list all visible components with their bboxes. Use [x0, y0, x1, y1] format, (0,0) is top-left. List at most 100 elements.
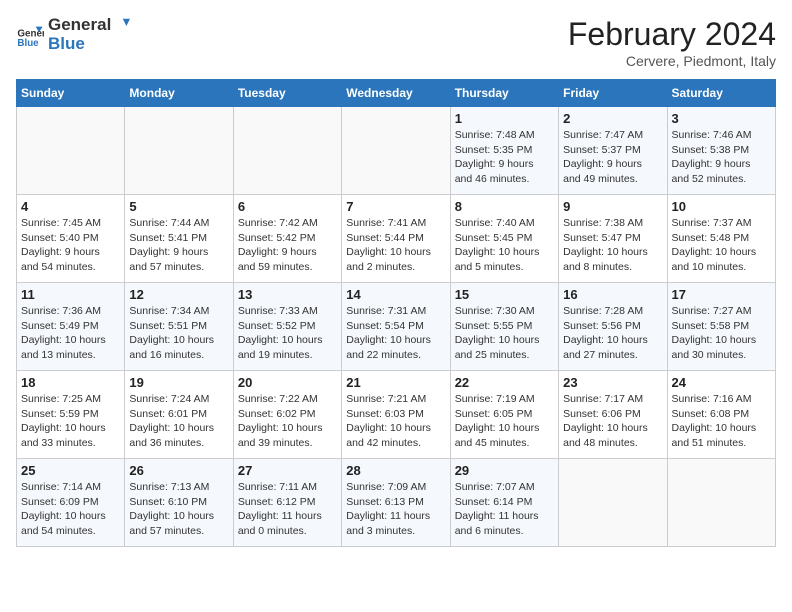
page-header: General Blue General Blue February 2024 …	[16, 16, 776, 69]
calendar-cell: 2 Sunrise: 7:47 AM Sunset: 5:37 PM Daylig…	[559, 107, 667, 195]
day-info: Sunrise: 7:38 AM Sunset: 5:47 PM Dayligh…	[563, 216, 662, 275]
day-info: Sunrise: 7:37 AM Sunset: 5:48 PM Dayligh…	[672, 216, 771, 275]
day-number: 8	[455, 199, 554, 214]
day-info: Sunrise: 7:46 AM Sunset: 5:38 PM Dayligh…	[672, 128, 771, 187]
day-number: 11	[21, 287, 120, 302]
calendar-cell: 13 Sunrise: 7:33 AM Sunset: 5:52 PM Dayli…	[233, 283, 341, 371]
day-number: 29	[455, 463, 554, 478]
location: Cervere, Piedmont, Italy	[568, 53, 776, 69]
calendar-cell: 21 Sunrise: 7:21 AM Sunset: 6:03 PM Dayli…	[342, 371, 450, 459]
day-info: Sunrise: 7:16 AM Sunset: 6:08 PM Dayligh…	[672, 392, 771, 451]
day-info: Sunrise: 7:28 AM Sunset: 5:56 PM Dayligh…	[563, 304, 662, 363]
day-number: 2	[563, 111, 662, 126]
calendar-cell	[342, 107, 450, 195]
calendar-week-4: 18 Sunrise: 7:25 AM Sunset: 5:59 PM Dayli…	[17, 371, 776, 459]
month-title: February 2024	[568, 16, 776, 53]
calendar-cell: 22Sunrise: 7:19 AM Sunset: 6:05 PM Dayli…	[450, 371, 558, 459]
calendar-cell: 3 Sunrise: 7:46 AM Sunset: 5:38 PM Daylig…	[667, 107, 775, 195]
day-info: Sunrise: 7:11 AM Sunset: 6:12 PM Dayligh…	[238, 480, 337, 539]
day-info: Sunrise: 7:34 AM Sunset: 5:51 PM Dayligh…	[129, 304, 228, 363]
title-block: February 2024 Cervere, Piedmont, Italy	[568, 16, 776, 69]
day-info: Sunrise: 7:14 AM Sunset: 6:09 PM Dayligh…	[21, 480, 120, 539]
calendar-week-1: 1 Sunrise: 7:48 AM Sunset: 5:35 PM Daylig…	[17, 107, 776, 195]
calendar-cell: 25 Sunrise: 7:14 AM Sunset: 6:09 PM Dayli…	[17, 459, 125, 547]
calendar-cell: 1 Sunrise: 7:48 AM Sunset: 5:35 PM Daylig…	[450, 107, 558, 195]
day-number: 18	[21, 375, 120, 390]
calendar-cell: 16 Sunrise: 7:28 AM Sunset: 5:56 PM Dayli…	[559, 283, 667, 371]
calendar-cell: 10 Sunrise: 7:37 AM Sunset: 5:48 PM Dayli…	[667, 195, 775, 283]
calendar-cell: 24 Sunrise: 7:16 AM Sunset: 6:08 PM Dayli…	[667, 371, 775, 459]
day-number: 21	[346, 375, 445, 390]
calendar-week-5: 25 Sunrise: 7:14 AM Sunset: 6:09 PM Dayli…	[17, 459, 776, 547]
day-info: Sunrise: 7:44 AM Sunset: 5:41 PM Dayligh…	[129, 216, 228, 275]
day-number: 25	[21, 463, 120, 478]
day-info: Sunrise: 7:47 AM Sunset: 5:37 PM Dayligh…	[563, 128, 662, 187]
day-number: 26	[129, 463, 228, 478]
day-number: 28	[346, 463, 445, 478]
calendar-cell: 7 Sunrise: 7:41 AM Sunset: 5:44 PM Daylig…	[342, 195, 450, 283]
day-number: 12	[129, 287, 228, 302]
calendar-cell: 6Sunrise: 7:42 AM Sunset: 5:42 PM Daylig…	[233, 195, 341, 283]
day-info: Sunrise: 7:07 AM Sunset: 6:14 PM Dayligh…	[455, 480, 554, 539]
day-info: Sunrise: 7:33 AM Sunset: 5:52 PM Dayligh…	[238, 304, 337, 363]
day-number: 15	[455, 287, 554, 302]
day-info: Sunrise: 7:27 AM Sunset: 5:58 PM Dayligh…	[672, 304, 771, 363]
day-number: 6	[238, 199, 337, 214]
day-number: 10	[672, 199, 771, 214]
day-number: 9	[563, 199, 662, 214]
day-info: Sunrise: 7:09 AM Sunset: 6:13 PM Dayligh…	[346, 480, 445, 539]
calendar-cell: 14Sunrise: 7:31 AM Sunset: 5:54 PM Dayli…	[342, 283, 450, 371]
day-number: 24	[672, 375, 771, 390]
day-number: 4	[21, 199, 120, 214]
calendar-cell: 23 Sunrise: 7:17 AM Sunset: 6:06 PM Dayli…	[559, 371, 667, 459]
day-info: Sunrise: 7:45 AM Sunset: 5:40 PM Dayligh…	[21, 216, 120, 275]
day-number: 19	[129, 375, 228, 390]
weekday-header-tuesday: Tuesday	[233, 80, 341, 107]
day-number: 17	[672, 287, 771, 302]
logo: General Blue General Blue	[16, 16, 131, 53]
calendar-cell	[125, 107, 233, 195]
calendar-cell: 28 Sunrise: 7:09 AM Sunset: 6:13 PM Dayli…	[342, 459, 450, 547]
day-number: 7	[346, 199, 445, 214]
calendar-cell: 29 Sunrise: 7:07 AM Sunset: 6:14 PM Dayli…	[450, 459, 558, 547]
logo-icon: General Blue	[16, 21, 44, 49]
calendar-cell	[559, 459, 667, 547]
calendar-cell: 20Sunrise: 7:22 AM Sunset: 6:02 PM Dayli…	[233, 371, 341, 459]
day-info: Sunrise: 7:30 AM Sunset: 5:55 PM Dayligh…	[455, 304, 554, 363]
calendar-cell: 11 Sunrise: 7:36 AM Sunset: 5:49 PM Dayli…	[17, 283, 125, 371]
calendar-cell	[667, 459, 775, 547]
calendar-body: 1 Sunrise: 7:48 AM Sunset: 5:35 PM Daylig…	[17, 107, 776, 547]
calendar-cell: 5 Sunrise: 7:44 AM Sunset: 5:41 PM Daylig…	[125, 195, 233, 283]
calendar-week-3: 11 Sunrise: 7:36 AM Sunset: 5:49 PM Dayli…	[17, 283, 776, 371]
calendar-cell: 15 Sunrise: 7:30 AM Sunset: 5:55 PM Dayli…	[450, 283, 558, 371]
weekday-header-friday: Friday	[559, 80, 667, 107]
day-info: Sunrise: 7:17 AM Sunset: 6:06 PM Dayligh…	[563, 392, 662, 451]
weekday-header-wednesday: Wednesday	[342, 80, 450, 107]
day-info: Sunrise: 7:13 AM Sunset: 6:10 PM Dayligh…	[129, 480, 228, 539]
day-number: 20	[238, 375, 337, 390]
calendar-cell: 19Sunrise: 7:24 AM Sunset: 6:01 PM Dayli…	[125, 371, 233, 459]
day-number: 23	[563, 375, 662, 390]
day-number: 14	[346, 287, 445, 302]
day-number: 16	[563, 287, 662, 302]
day-number: 3	[672, 111, 771, 126]
day-info: Sunrise: 7:41 AM Sunset: 5:44 PM Dayligh…	[346, 216, 445, 275]
calendar-cell: 9 Sunrise: 7:38 AM Sunset: 5:47 PM Daylig…	[559, 195, 667, 283]
day-number: 5	[129, 199, 228, 214]
day-number: 1	[455, 111, 554, 126]
calendar-cell: 12 Sunrise: 7:34 AM Sunset: 5:51 PM Dayli…	[125, 283, 233, 371]
weekday-header-saturday: Saturday	[667, 80, 775, 107]
calendar-cell	[17, 107, 125, 195]
calendar-cell: 8Sunrise: 7:40 AM Sunset: 5:45 PM Daylig…	[450, 195, 558, 283]
day-number: 22	[455, 375, 554, 390]
day-info: Sunrise: 7:21 AM Sunset: 6:03 PM Dayligh…	[346, 392, 445, 451]
calendar-week-2: 4 Sunrise: 7:45 AM Sunset: 5:40 PM Daylig…	[17, 195, 776, 283]
calendar-cell: 17 Sunrise: 7:27 AM Sunset: 5:58 PM Dayli…	[667, 283, 775, 371]
svg-text:Blue: Blue	[17, 38, 39, 49]
day-info: Sunrise: 7:25 AM Sunset: 5:59 PM Dayligh…	[21, 392, 120, 451]
weekday-header-row: SundayMondayTuesdayWednesdayThursdayFrid…	[17, 80, 776, 107]
day-info: Sunrise: 7:48 AM Sunset: 5:35 PM Dayligh…	[455, 128, 554, 187]
day-number: 13	[238, 287, 337, 302]
day-info: Sunrise: 7:36 AM Sunset: 5:49 PM Dayligh…	[21, 304, 120, 363]
weekday-header-thursday: Thursday	[450, 80, 558, 107]
